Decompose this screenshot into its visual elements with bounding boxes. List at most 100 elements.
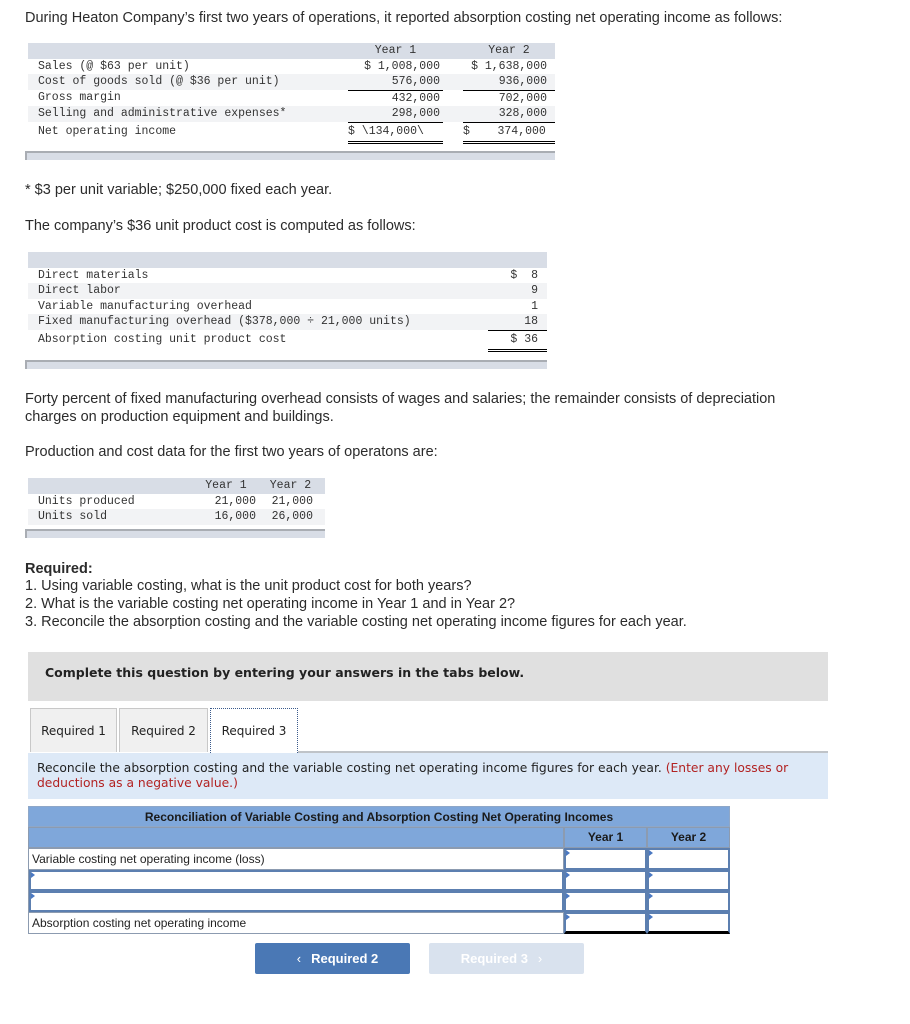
- absorption-noi-year-1-input[interactable]: [564, 912, 647, 934]
- required-item-3: 3. Reconcile the absorption costing and …: [25, 614, 687, 630]
- overhead-note: Forty percent of fixed manufacturing ove…: [25, 391, 776, 425]
- input-field[interactable]: [34, 872, 562, 890]
- input-field[interactable]: [566, 872, 645, 890]
- adjustment-1-year-1-input[interactable]: [564, 870, 647, 891]
- input-marker-icon: [649, 872, 653, 878]
- input-field[interactable]: [566, 850, 645, 868]
- next-required-3-button[interactable]: Required 3 ›: [429, 943, 584, 974]
- intro-text: During Heaton Company’s first two years …: [25, 10, 783, 26]
- adjustment-label-1-input[interactable]: [29, 870, 564, 891]
- variable-noi-year-2-input[interactable]: [647, 848, 730, 870]
- adjustment-label-2-input[interactable]: [29, 891, 564, 912]
- table-row: Selling and administrative expenses* 298…: [28, 106, 555, 123]
- input-marker-icon: [31, 893, 35, 899]
- required-item-2: 2. What is the variable costing net oper…: [25, 596, 516, 612]
- table-footer-bar: [25, 529, 325, 538]
- input-marker-icon: [566, 850, 570, 856]
- input-field[interactable]: [34, 893, 562, 911]
- footnote-text: * $3 per unit variable; $250,000 fixed e…: [25, 182, 333, 198]
- prev-button-label: Required 2: [311, 951, 379, 966]
- input-marker-icon: [566, 893, 570, 899]
- row-label: Gross margin: [38, 91, 121, 105]
- row-label: Selling and administrative expenses*: [28, 106, 348, 122]
- value-year-2: $ 1,638,000: [471, 59, 547, 73]
- col-header-year-2: Year 2: [647, 827, 730, 848]
- row-label: Variable manufacturing overhead: [38, 299, 252, 313]
- row-value: 18: [488, 314, 547, 331]
- row-value: 1: [531, 299, 538, 313]
- reconciliation-table: Reconciliation of Variable Costing and A…: [28, 806, 730, 934]
- col-header-year-1: Year 1: [348, 43, 443, 59]
- row-label: Direct materials: [38, 268, 149, 282]
- input-field[interactable]: [566, 893, 645, 911]
- unit-cost-intro: The company’s $36 unit product cost is c…: [25, 218, 416, 234]
- col-header-year-2: Year 2: [463, 43, 555, 59]
- table-row: Fixed manufacturing overhead ($378,000 ÷…: [28, 314, 547, 331]
- required-heading: Required:: [25, 561, 93, 577]
- value-year-2: 936,000: [463, 74, 555, 91]
- input-field[interactable]: [649, 850, 728, 868]
- table-row: Cost of goods sold (@ $36 per unit) 576,…: [28, 74, 555, 91]
- table-row: [28, 891, 730, 912]
- adjustment-1-year-2-input[interactable]: [647, 870, 730, 891]
- variable-noi-year-1-input[interactable]: [564, 848, 647, 870]
- input-field[interactable]: [649, 914, 728, 932]
- input-marker-icon: [649, 893, 653, 899]
- input-marker-icon: [649, 850, 653, 856]
- value-year-1: 21,000: [214, 494, 256, 508]
- value-year-2: 26,000: [256, 509, 325, 525]
- row-label: Sales (@ $63 per unit): [38, 59, 190, 73]
- reconciliation-title: Reconciliation of Variable Costing and A…: [28, 806, 730, 827]
- input-field[interactable]: [649, 893, 728, 911]
- row-label: Absorption costing net operating income: [29, 912, 564, 934]
- row-label: Direct labor: [28, 283, 488, 299]
- next-button-label: Required 3: [460, 951, 528, 966]
- input-marker-icon: [566, 914, 570, 920]
- instruction-text: Complete this question by entering your …: [45, 665, 525, 680]
- prompt-text: Reconcile the absorption costing and the…: [37, 761, 662, 775]
- tab-required-1[interactable]: Required 1: [30, 708, 117, 752]
- input-field[interactable]: [566, 914, 645, 932]
- value-year-2: $ 374,000: [463, 122, 555, 144]
- input-marker-icon: [31, 872, 35, 878]
- adjustment-2-year-1-input[interactable]: [564, 891, 647, 912]
- table-row: Absorption costing net operating income: [28, 912, 730, 934]
- adjustment-2-year-2-input[interactable]: [647, 891, 730, 912]
- row-label: Variable costing net operating income (l…: [29, 848, 564, 870]
- value-year-2: 21,000: [271, 494, 313, 508]
- tab-required-3[interactable]: Required 3: [210, 708, 298, 753]
- absorption-noi-year-2-input[interactable]: [647, 912, 730, 934]
- chevron-right-icon: ›: [537, 951, 543, 966]
- col-header-year-2: Year 2: [256, 478, 325, 494]
- row-label: Net operating income: [38, 125, 177, 139]
- value-year-1: $ 1,008,000: [364, 59, 440, 73]
- col-header-year-1: Year 1: [196, 478, 256, 494]
- table-footer-bar: [25, 151, 555, 160]
- table-row: Absorption costing unit product cost $ 3…: [28, 330, 547, 352]
- input-field[interactable]: [649, 872, 728, 890]
- input-marker-icon: [566, 872, 570, 878]
- row-label: Fixed manufacturing overhead ($378,000 ÷…: [28, 314, 488, 330]
- value-year-1: 16,000: [196, 509, 256, 525]
- value-year-1: 576,000: [348, 74, 443, 91]
- row-label: Cost of goods sold (@ $36 per unit): [28, 74, 348, 90]
- required-item-1: 1. Using variable costing, what is the u…: [25, 578, 472, 594]
- production-table: Year 1 Year 2 Units produced 21,000 21,0…: [28, 478, 325, 525]
- unit-cost-table: Direct materials $ 8 Direct labor 9 Vari…: [28, 252, 547, 352]
- value-year-1: $ \134,000\: [348, 122, 443, 144]
- table-row: Direct materials $ 8: [28, 268, 547, 284]
- income-statement-table: Year 1 Year 2 Sales (@ $63 per unit) $ 1…: [28, 43, 555, 144]
- row-value: 9: [488, 283, 547, 299]
- table-row: [28, 870, 730, 891]
- instruction-banner: Complete this question by entering your …: [28, 652, 828, 701]
- chevron-left-icon: ‹: [296, 951, 302, 966]
- reconciliation-header-row: Year 1 Year 2: [28, 827, 730, 848]
- row-label: Units produced: [38, 494, 135, 508]
- tab-required-2[interactable]: Required 2: [119, 708, 208, 752]
- value-year-2: 702,000: [498, 91, 547, 105]
- row-label: Absorption costing unit product cost: [38, 333, 287, 347]
- production-intro: Production and cost data for the first t…: [25, 444, 438, 460]
- row-label: Units sold: [28, 509, 196, 525]
- row-value: $ 36: [488, 330, 547, 352]
- prev-required-2-button[interactable]: ‹ Required 2: [255, 943, 410, 974]
